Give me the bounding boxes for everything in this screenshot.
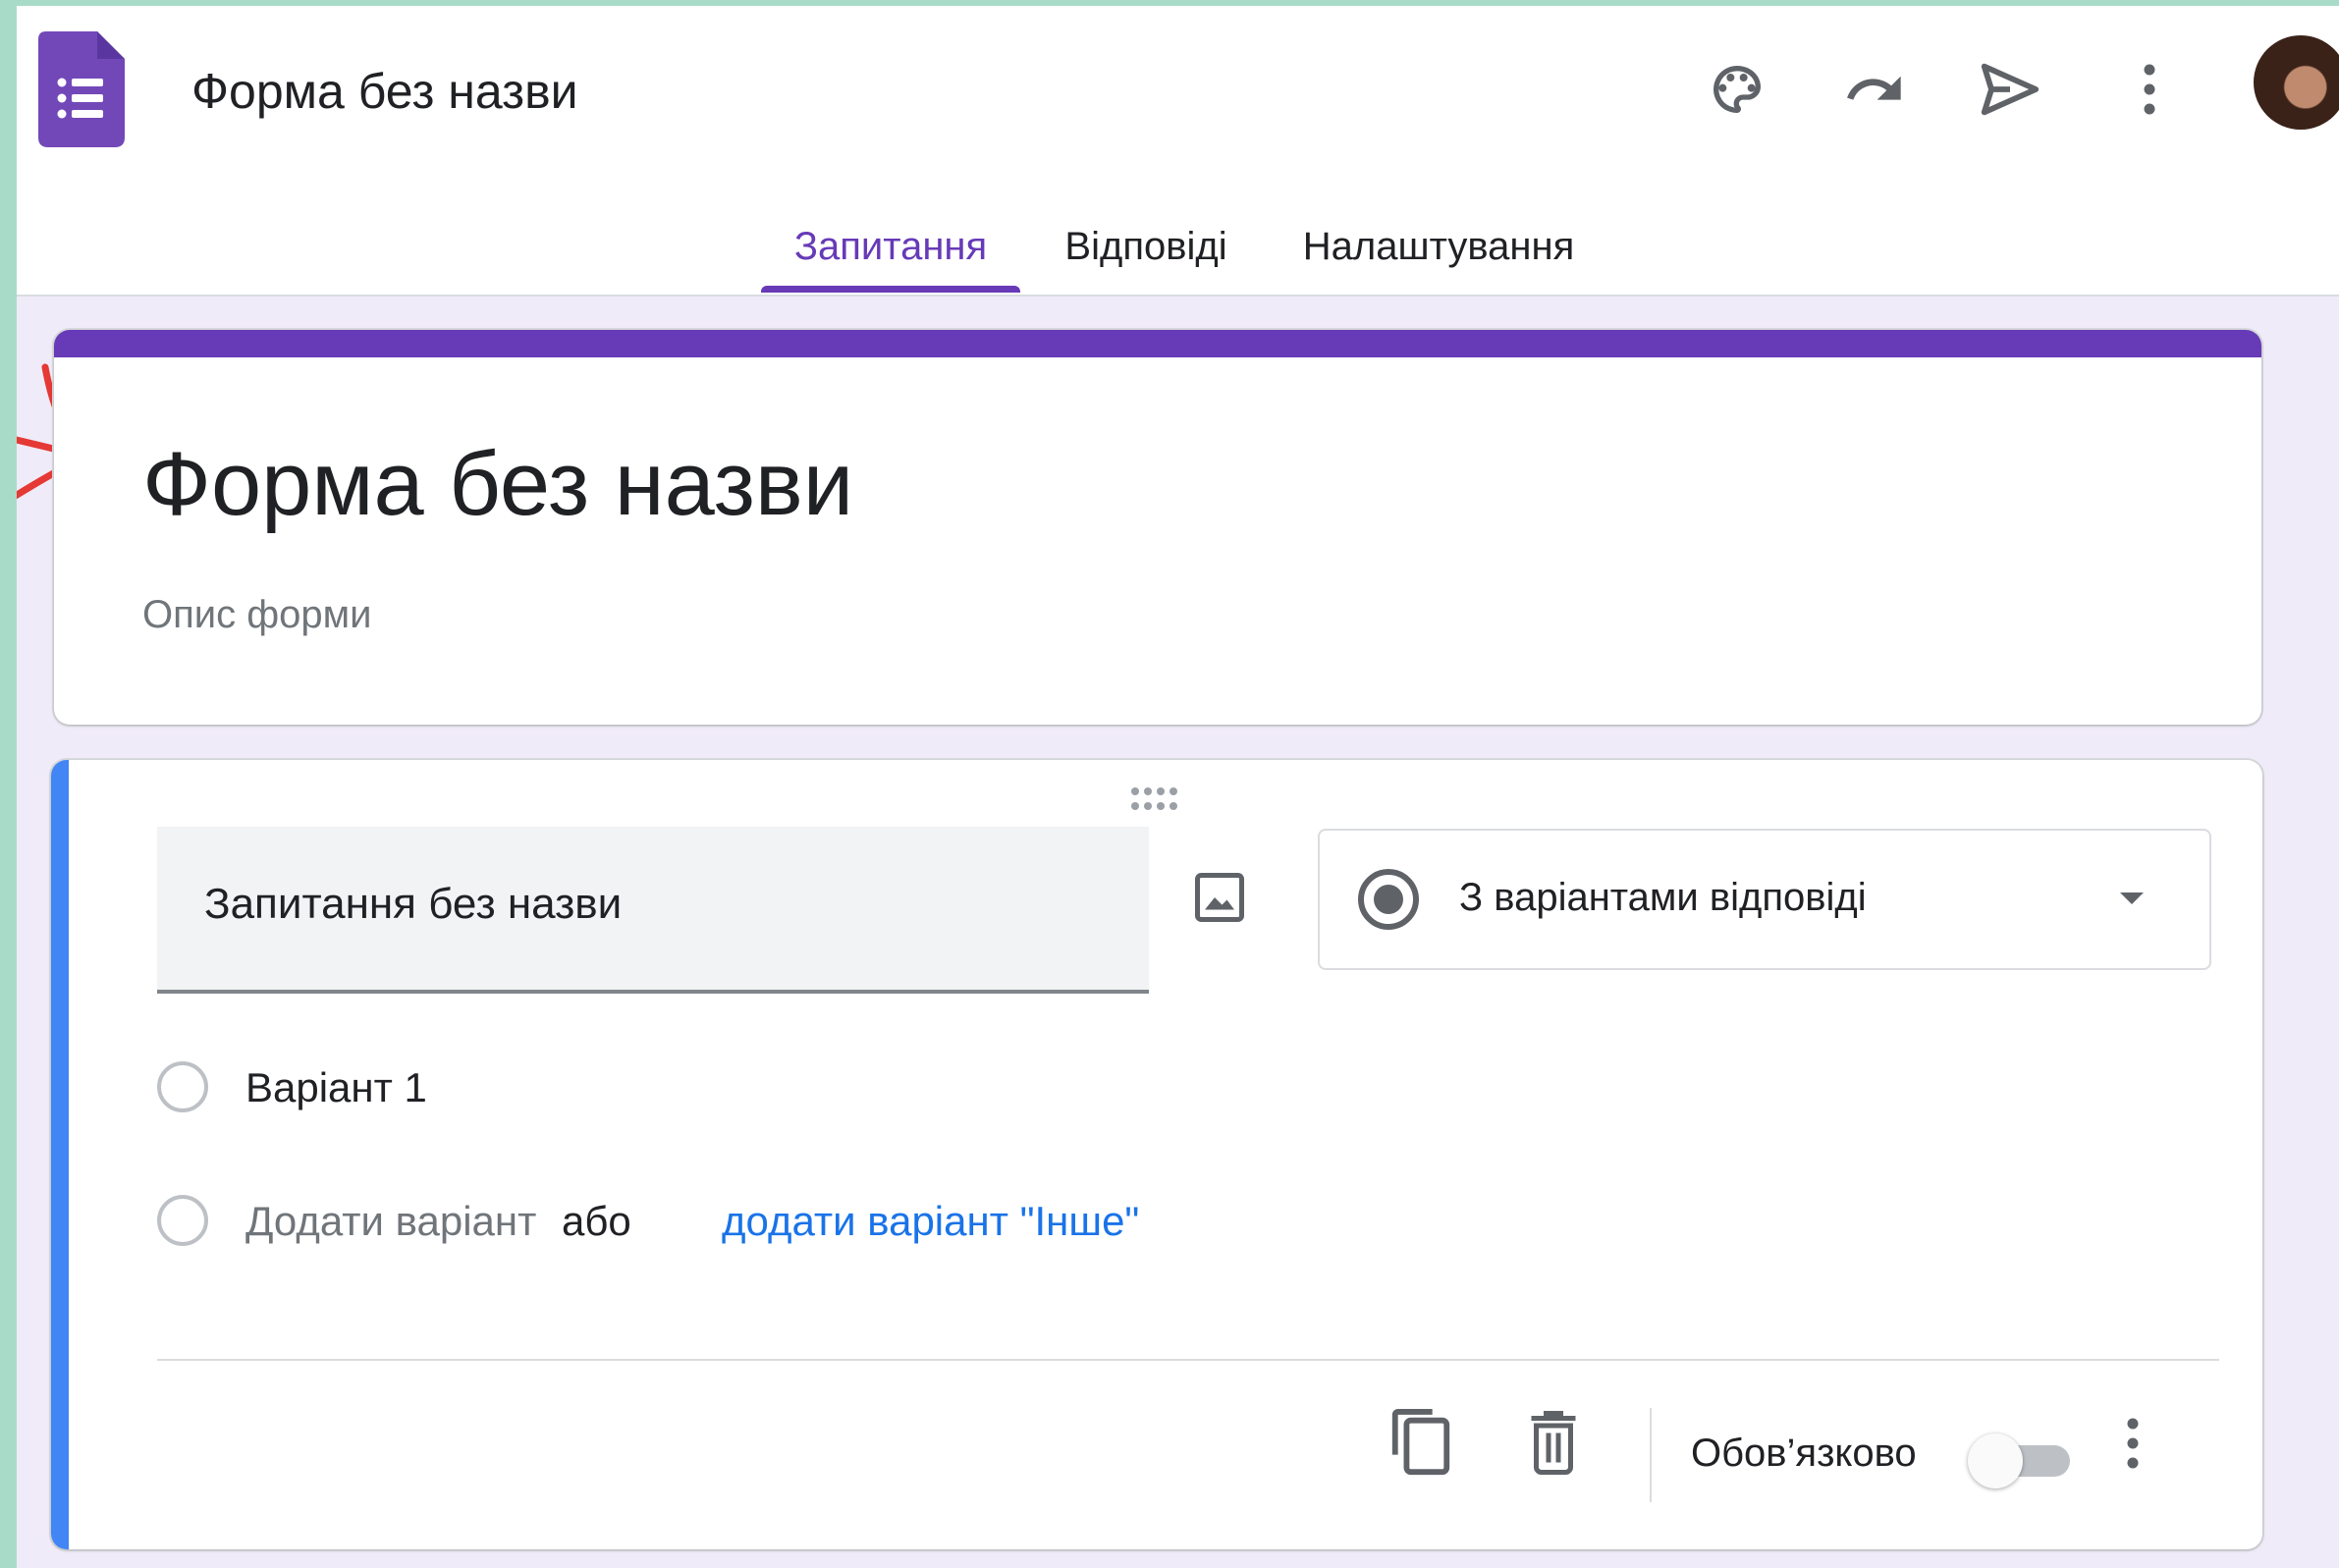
question-type-label: З варіантами відповіді bbox=[1459, 876, 1867, 919]
tab-settings[interactable]: Налаштування bbox=[1291, 202, 1586, 291]
undo-icon[interactable] bbox=[1835, 50, 1914, 129]
active-question-indicator bbox=[51, 760, 69, 1549]
question-type-dropdown[interactable]: З варіантами відповіді bbox=[1318, 829, 2211, 970]
drag-handle-icon[interactable] bbox=[1129, 785, 1178, 818]
form-description-input[interactable]: Опис форми bbox=[142, 593, 371, 637]
duplicate-icon[interactable] bbox=[1387, 1406, 1455, 1486]
radio-unchecked-icon bbox=[157, 1061, 208, 1112]
vertical-divider bbox=[1650, 1408, 1652, 1502]
or-label: або bbox=[562, 1198, 631, 1244]
divider bbox=[157, 1359, 2219, 1361]
required-label: Обов’язково bbox=[1691, 1432, 1917, 1475]
form-title-input[interactable]: Форма без назви bbox=[142, 433, 853, 536]
form-header-card: Форма без назви Опис форми bbox=[54, 330, 2261, 725]
tab-bar: Запитання Відповіді Налаштування bbox=[17, 202, 2339, 295]
palette-icon[interactable] bbox=[1698, 50, 1776, 129]
header-accent-bar bbox=[54, 330, 2261, 357]
avatar[interactable] bbox=[2254, 35, 2339, 130]
arrow-drop-down-icon bbox=[2117, 890, 2147, 912]
top-bar: Форма без назви Запитання Відповіді Нала… bbox=[17, 6, 2339, 297]
delete-icon[interactable] bbox=[1524, 1406, 1583, 1480]
option-label[interactable]: Варіант 1 bbox=[245, 1064, 427, 1111]
more-vert-icon[interactable] bbox=[2123, 1416, 2143, 1476]
tab-questions[interactable]: Запитання bbox=[761, 202, 1020, 293]
document-title[interactable]: Форма без назви bbox=[191, 63, 578, 120]
required-toggle[interactable] bbox=[1968, 1433, 2076, 1488]
more-vert-icon[interactable] bbox=[2110, 50, 2189, 129]
radio-unchecked-icon bbox=[157, 1195, 208, 1246]
forms-logo-icon[interactable] bbox=[38, 31, 125, 152]
question-title-input[interactable]: Запитання без назви bbox=[157, 827, 1149, 994]
tab-responses[interactable]: Відповіді bbox=[1050, 202, 1242, 291]
question-title-text: Запитання без назви bbox=[204, 880, 623, 928]
send-icon[interactable] bbox=[1971, 50, 2049, 129]
question-card[interactable]: Запитання без назви З варіантами відпові… bbox=[51, 760, 2262, 1549]
add-other-option-link[interactable]: додати варіант "Інше" bbox=[722, 1198, 1139, 1245]
add-option-input[interactable]: Додати варіант bbox=[245, 1198, 536, 1245]
forms-editor: Форма без назви Запитання Відповіді Нала… bbox=[17, 6, 2339, 1568]
toggle-knob bbox=[1968, 1433, 2023, 1488]
image-icon[interactable] bbox=[1190, 868, 1249, 932]
radio-checked-icon bbox=[1357, 868, 1420, 936]
